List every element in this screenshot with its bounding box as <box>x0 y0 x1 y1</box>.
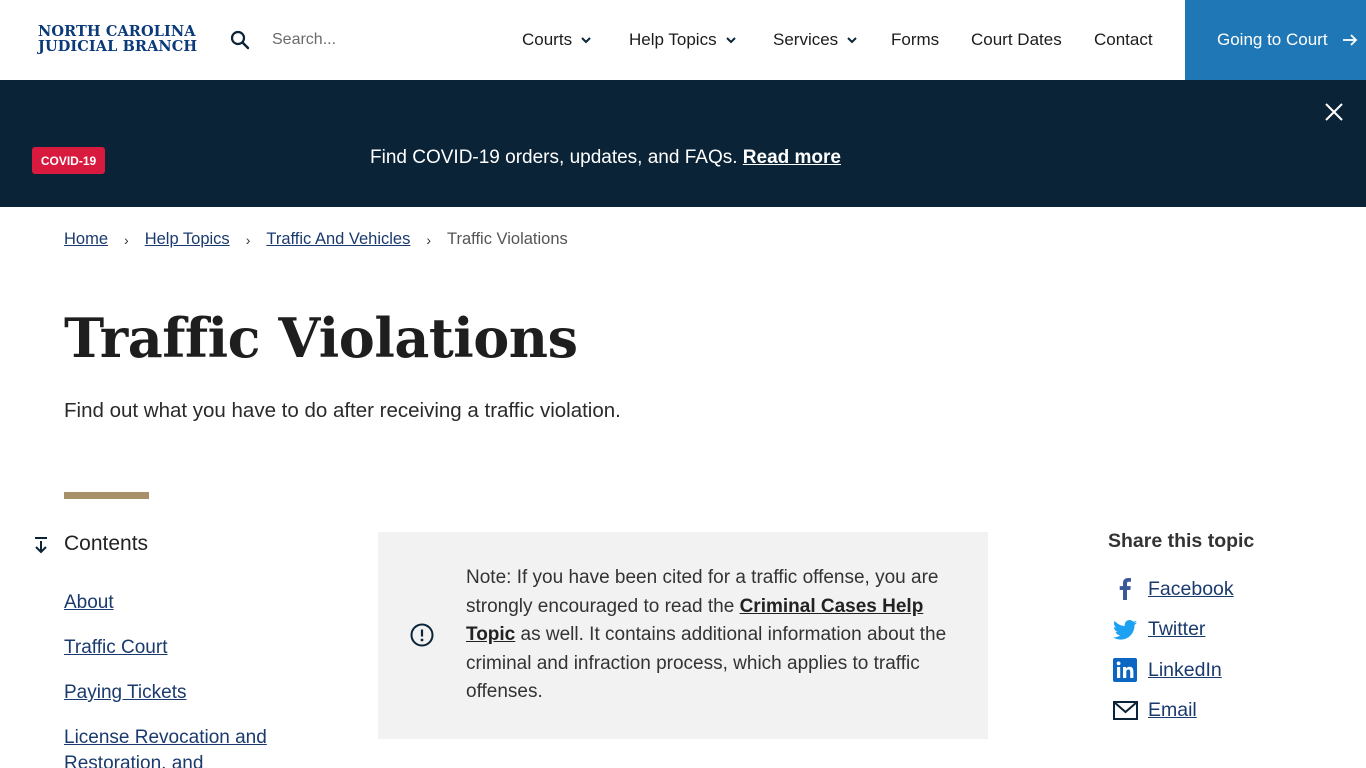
share-email-link[interactable]: Email <box>1148 699 1197 722</box>
toc-item-paying-tickets[interactable]: Paying Tickets <box>64 680 294 706</box>
nav-services[interactable]: Services <box>773 0 858 80</box>
share-twitter: Twitter <box>1112 615 1234 645</box>
share-heading: Share this topic <box>1108 530 1255 552</box>
breadcrumb: Home › Help Topics › Traffic And Vehicle… <box>64 230 568 249</box>
share-list: Facebook Twitter LinkedIn Email <box>1112 574 1234 736</box>
share-facebook-link[interactable]: Facebook <box>1148 578 1234 601</box>
nav-forms-label: Forms <box>891 30 940 49</box>
contents-heading: Contents <box>64 532 149 555</box>
toc-item-traffic-court[interactable]: Traffic Court <box>64 635 294 661</box>
nav-contact[interactable]: Contact <box>1094 0 1153 80</box>
nav-court-dates-label: Court Dates <box>971 30 1062 49</box>
search-input[interactable] <box>262 26 482 54</box>
chevron-right-icon: › <box>426 231 432 248</box>
site-logo[interactable]: NORTH CAROLINA JUDICIAL BRANCH <box>38 24 197 54</box>
arrow-right-icon <box>1342 34 1357 46</box>
breadcrumb-current: Traffic Violations <box>447 230 568 248</box>
share-linkedin-link[interactable]: LinkedIn <box>1148 659 1222 682</box>
search-icon[interactable] <box>229 29 251 51</box>
nav-help-topics-label: Help Topics <box>629 30 717 49</box>
email-icon <box>1112 698 1138 724</box>
facebook-icon <box>1112 576 1138 602</box>
chevron-down-icon <box>581 37 591 44</box>
page-title: Traffic Violations <box>64 306 578 370</box>
arrow-down-icon[interactable] <box>32 536 50 554</box>
note-text: Note: If you have been cited for a traff… <box>466 564 956 707</box>
logo-line-2: JUDICIAL BRANCH <box>38 38 198 55</box>
banner-text: Find COVID-19 orders, updates, and FAQs. <box>370 147 738 168</box>
note-box: Note: If you have been cited for a traff… <box>378 532 988 739</box>
nav-courts[interactable]: Courts <box>522 0 592 80</box>
nav-courts-label: Courts <box>522 30 573 49</box>
covid-banner: COVID-19 Find COVID-19 orders, updates, … <box>0 80 1366 207</box>
nav-forms[interactable]: Forms <box>891 0 939 80</box>
nav-help-topics[interactable]: Help Topics <box>629 0 737 80</box>
divider <box>64 492 149 499</box>
twitter-icon <box>1112 617 1138 643</box>
going-to-court-button[interactable]: Going to Court <box>1185 0 1366 80</box>
read-more-link[interactable]: Read more <box>743 147 841 168</box>
chevron-right-icon: › <box>124 231 129 248</box>
chevron-right-icon: › <box>245 231 251 248</box>
chevron-down-icon <box>847 37 857 44</box>
nav-services-label: Services <box>773 30 839 49</box>
nav-court-dates[interactable]: Court Dates <box>971 0 1062 80</box>
share-facebook: Facebook <box>1112 574 1234 604</box>
share-email: Email <box>1112 696 1234 726</box>
note-text-after: as well. It contains additional informat… <box>466 624 947 702</box>
breadcrumb-home[interactable]: Home <box>64 230 108 249</box>
share-twitter-link[interactable]: Twitter <box>1148 618 1205 641</box>
contents-list: About Traffic Court Paying Tickets Licen… <box>64 590 294 768</box>
covid-badge: COVID-19 <box>32 147 105 174</box>
nav-contact-label: Contact <box>1094 30 1153 49</box>
share-linkedin: LinkedIn <box>1112 655 1234 685</box>
toc-item-about[interactable]: About <box>64 590 294 616</box>
site-header: NORTH CAROLINA JUDICIAL BRANCH Courts He… <box>0 0 1366 80</box>
linkedin-icon <box>1112 657 1138 683</box>
banner-message: Find COVID-19 orders, updates, and FAQs.… <box>370 147 841 169</box>
close-icon[interactable] <box>1323 101 1345 123</box>
logo-line-1: NORTH CAROLINA <box>38 23 196 40</box>
breadcrumb-help-topics[interactable]: Help Topics <box>145 230 230 249</box>
going-to-court-label: Going to Court <box>1217 30 1328 49</box>
chevron-down-icon <box>725 37 736 44</box>
info-alert-icon <box>410 623 434 647</box>
breadcrumb-traffic-and-vehicles[interactable]: Traffic And Vehicles <box>266 230 410 249</box>
toc-item-license-revocation[interactable]: License Revocation and Restoration, and <box>64 725 294 768</box>
page-subtitle: Find out what you have to do after recei… <box>64 399 621 422</box>
